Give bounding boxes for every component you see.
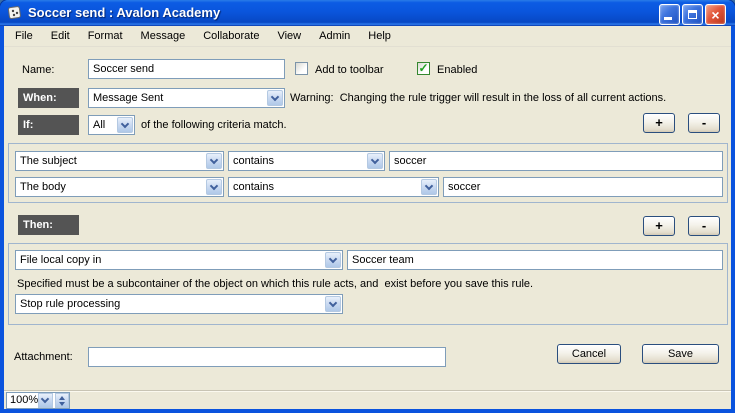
close-icon: × bbox=[711, 8, 719, 22]
app-icon bbox=[7, 5, 23, 21]
if-section-label: If: bbox=[18, 115, 79, 135]
chevron-down-icon bbox=[210, 181, 218, 189]
maximize-icon bbox=[688, 10, 697, 19]
criteria-groupbox: The subject contains The body contains bbox=[8, 143, 728, 203]
chevron-down-icon bbox=[41, 395, 49, 403]
menu-edit[interactable]: Edit bbox=[42, 27, 79, 45]
check-icon: ✓ bbox=[418, 61, 428, 75]
add-to-toolbar-label: Add to toolbar bbox=[315, 64, 384, 76]
zoom-spinner[interactable] bbox=[55, 393, 69, 408]
criterion2-operator-select[interactable]: contains bbox=[228, 177, 439, 197]
close-button[interactable]: × bbox=[705, 4, 726, 25]
zoom-control[interactable]: 100% bbox=[6, 392, 70, 409]
name-label: Name: bbox=[22, 64, 54, 76]
enabled-label: Enabled bbox=[437, 64, 477, 76]
when-trigger-select[interactable]: Message Sent bbox=[88, 88, 285, 108]
actions-groupbox: File local copy in Specified must be a s… bbox=[8, 243, 728, 325]
criterion2-field-select[interactable]: The body bbox=[15, 177, 224, 197]
spinner-up-icon bbox=[59, 396, 65, 400]
chevron-down-icon bbox=[329, 298, 337, 306]
criterion1-value-input[interactable] bbox=[389, 151, 723, 171]
title-bar: Soccer send : Avalon Academy × bbox=[0, 0, 735, 26]
followup-action-select[interactable]: Stop rule processing bbox=[15, 294, 343, 314]
rule-editor-window: Soccer send : Avalon Academy × File Edit… bbox=[0, 0, 735, 413]
menu-format[interactable]: Format bbox=[79, 27, 132, 45]
save-button[interactable]: Save bbox=[642, 344, 719, 364]
attachment-label: Attachment: bbox=[14, 351, 73, 363]
when-warning-text: Warning: Changing the rule trigger will … bbox=[290, 92, 666, 104]
window-title: Soccer send : Avalon Academy bbox=[28, 5, 220, 20]
action-note-text: Specified must be a subcontainer of the … bbox=[17, 278, 533, 290]
chevron-down-icon bbox=[371, 155, 379, 163]
status-bar: 100% bbox=[4, 390, 731, 409]
chevron-down-icon bbox=[271, 92, 279, 100]
window-body: File Edit Format Message Collaborate Vie… bbox=[4, 26, 731, 409]
enabled-checkbox[interactable]: ✓ bbox=[417, 62, 430, 75]
criterion1-field-select[interactable]: The subject bbox=[15, 151, 224, 171]
zoom-value: 100% bbox=[7, 393, 38, 408]
chevron-down-icon bbox=[329, 254, 337, 262]
minimize-button[interactable] bbox=[659, 4, 680, 25]
menu-view[interactable]: View bbox=[268, 27, 310, 45]
spinner-down-icon bbox=[59, 402, 65, 406]
maximize-button[interactable] bbox=[682, 4, 703, 25]
if-add-criterion-button[interactable]: + bbox=[643, 113, 675, 133]
criterion1-operator-select[interactable]: contains bbox=[228, 151, 385, 171]
if-suffix-text: of the following criteria match. bbox=[141, 119, 287, 131]
menu-file[interactable]: File bbox=[6, 27, 42, 45]
add-to-toolbar-checkbox[interactable] bbox=[295, 62, 308, 75]
when-section-label: When: bbox=[18, 88, 79, 108]
then-section-label: Then: bbox=[18, 215, 79, 235]
menu-collaborate[interactable]: Collaborate bbox=[194, 27, 268, 45]
chevron-down-icon bbox=[121, 119, 129, 127]
menu-bar: File Edit Format Message Collaborate Vie… bbox=[4, 26, 731, 47]
if-match-select[interactable]: All bbox=[88, 115, 135, 135]
menu-message[interactable]: Message bbox=[132, 27, 195, 45]
chevron-down-icon bbox=[210, 155, 218, 163]
then-remove-action-button[interactable]: - bbox=[688, 216, 720, 236]
menu-admin[interactable]: Admin bbox=[310, 27, 359, 45]
menu-help[interactable]: Help bbox=[359, 27, 400, 45]
name-input[interactable] bbox=[88, 59, 285, 79]
then-add-action-button[interactable]: + bbox=[643, 216, 675, 236]
zoom-dropdown-button[interactable] bbox=[38, 393, 52, 408]
chevron-down-icon bbox=[425, 181, 433, 189]
criterion2-value-input[interactable] bbox=[443, 177, 723, 197]
attachment-input[interactable] bbox=[88, 347, 446, 367]
action-select[interactable]: File local copy in bbox=[15, 250, 343, 270]
if-remove-criterion-button[interactable]: - bbox=[688, 113, 720, 133]
cancel-button[interactable]: Cancel bbox=[557, 344, 621, 364]
action-target-input[interactable] bbox=[347, 250, 723, 270]
minimize-icon bbox=[664, 17, 672, 20]
